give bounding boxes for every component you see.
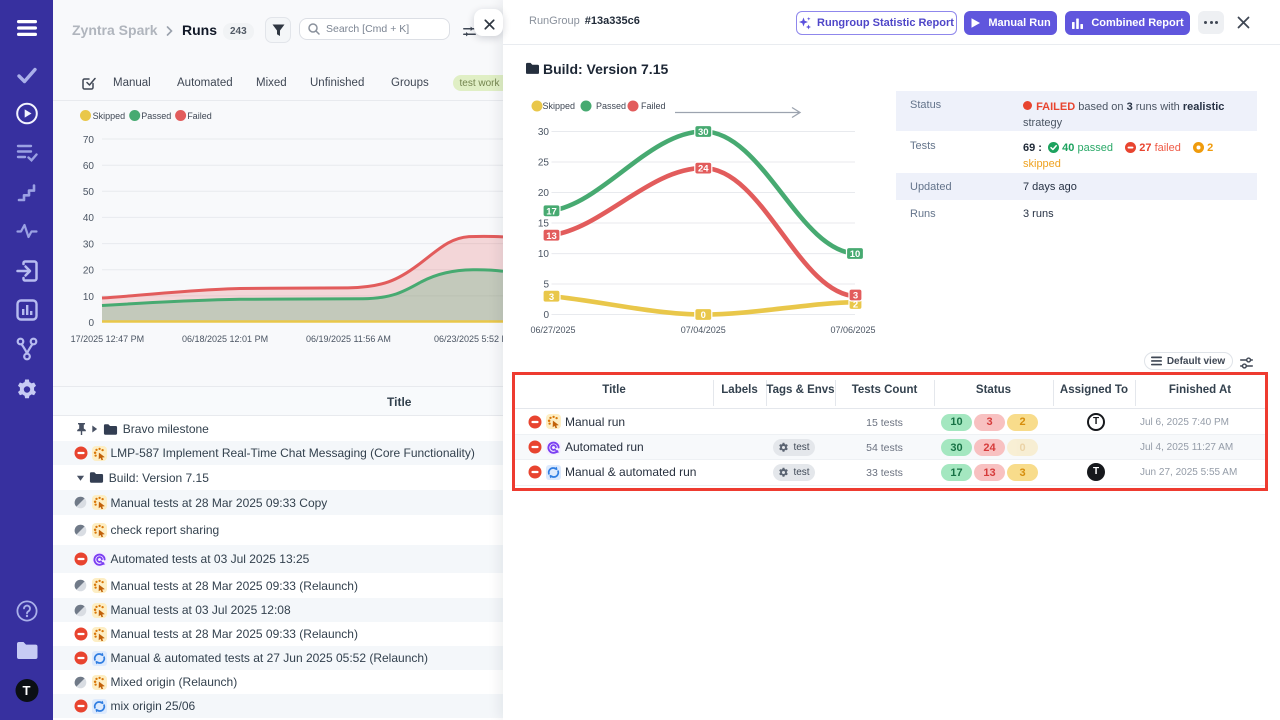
svg-text:Passed: Passed	[141, 111, 171, 121]
svg-text:06/18/2025 12:01 PM: 06/18/2025 12:01 PM	[182, 334, 268, 344]
svg-text:10: 10	[538, 249, 550, 260]
svg-text:40: 40	[83, 213, 95, 224]
svg-text:Skipped: Skipped	[93, 111, 126, 121]
svg-text:60: 60	[83, 161, 95, 172]
svg-text:13: 13	[546, 231, 557, 242]
svg-text:06/27/2025: 06/27/2025	[530, 325, 575, 335]
svg-text:50: 50	[83, 187, 95, 198]
svg-text:30: 30	[538, 127, 550, 138]
svg-text:30: 30	[83, 240, 95, 251]
svg-text:0: 0	[543, 310, 549, 321]
svg-text:3: 3	[853, 291, 858, 302]
svg-text:30: 30	[698, 127, 709, 138]
svg-text:Passed: Passed	[596, 101, 626, 111]
svg-text:17: 17	[546, 206, 557, 217]
svg-text:15: 15	[538, 219, 550, 230]
svg-text:0: 0	[88, 318, 94, 329]
svg-text:25: 25	[538, 158, 550, 169]
svg-text:0: 0	[701, 310, 706, 321]
svg-text:17/2025 12:47 PM: 17/2025 12:47 PM	[71, 334, 145, 344]
svg-text:3: 3	[549, 292, 554, 303]
svg-text:10: 10	[850, 249, 861, 260]
svg-text:20: 20	[538, 188, 550, 199]
svg-text:20: 20	[83, 266, 95, 277]
svg-text:06/23/2025 5:52 P: 06/23/2025 5:52 P	[434, 334, 503, 344]
svg-text:07/04/2025: 07/04/2025	[681, 325, 726, 335]
svg-text:Skipped: Skipped	[543, 101, 576, 111]
svg-text:24: 24	[698, 164, 709, 175]
svg-text:Failed: Failed	[641, 101, 666, 111]
svg-text:Failed: Failed	[187, 111, 212, 121]
svg-text:5: 5	[543, 280, 549, 291]
svg-text:10: 10	[83, 292, 95, 303]
svg-text:06/19/2025 11:56 AM: 06/19/2025 11:56 AM	[306, 334, 391, 344]
svg-text:70: 70	[83, 135, 95, 146]
svg-text:07/06/2025: 07/06/2025	[830, 325, 875, 335]
